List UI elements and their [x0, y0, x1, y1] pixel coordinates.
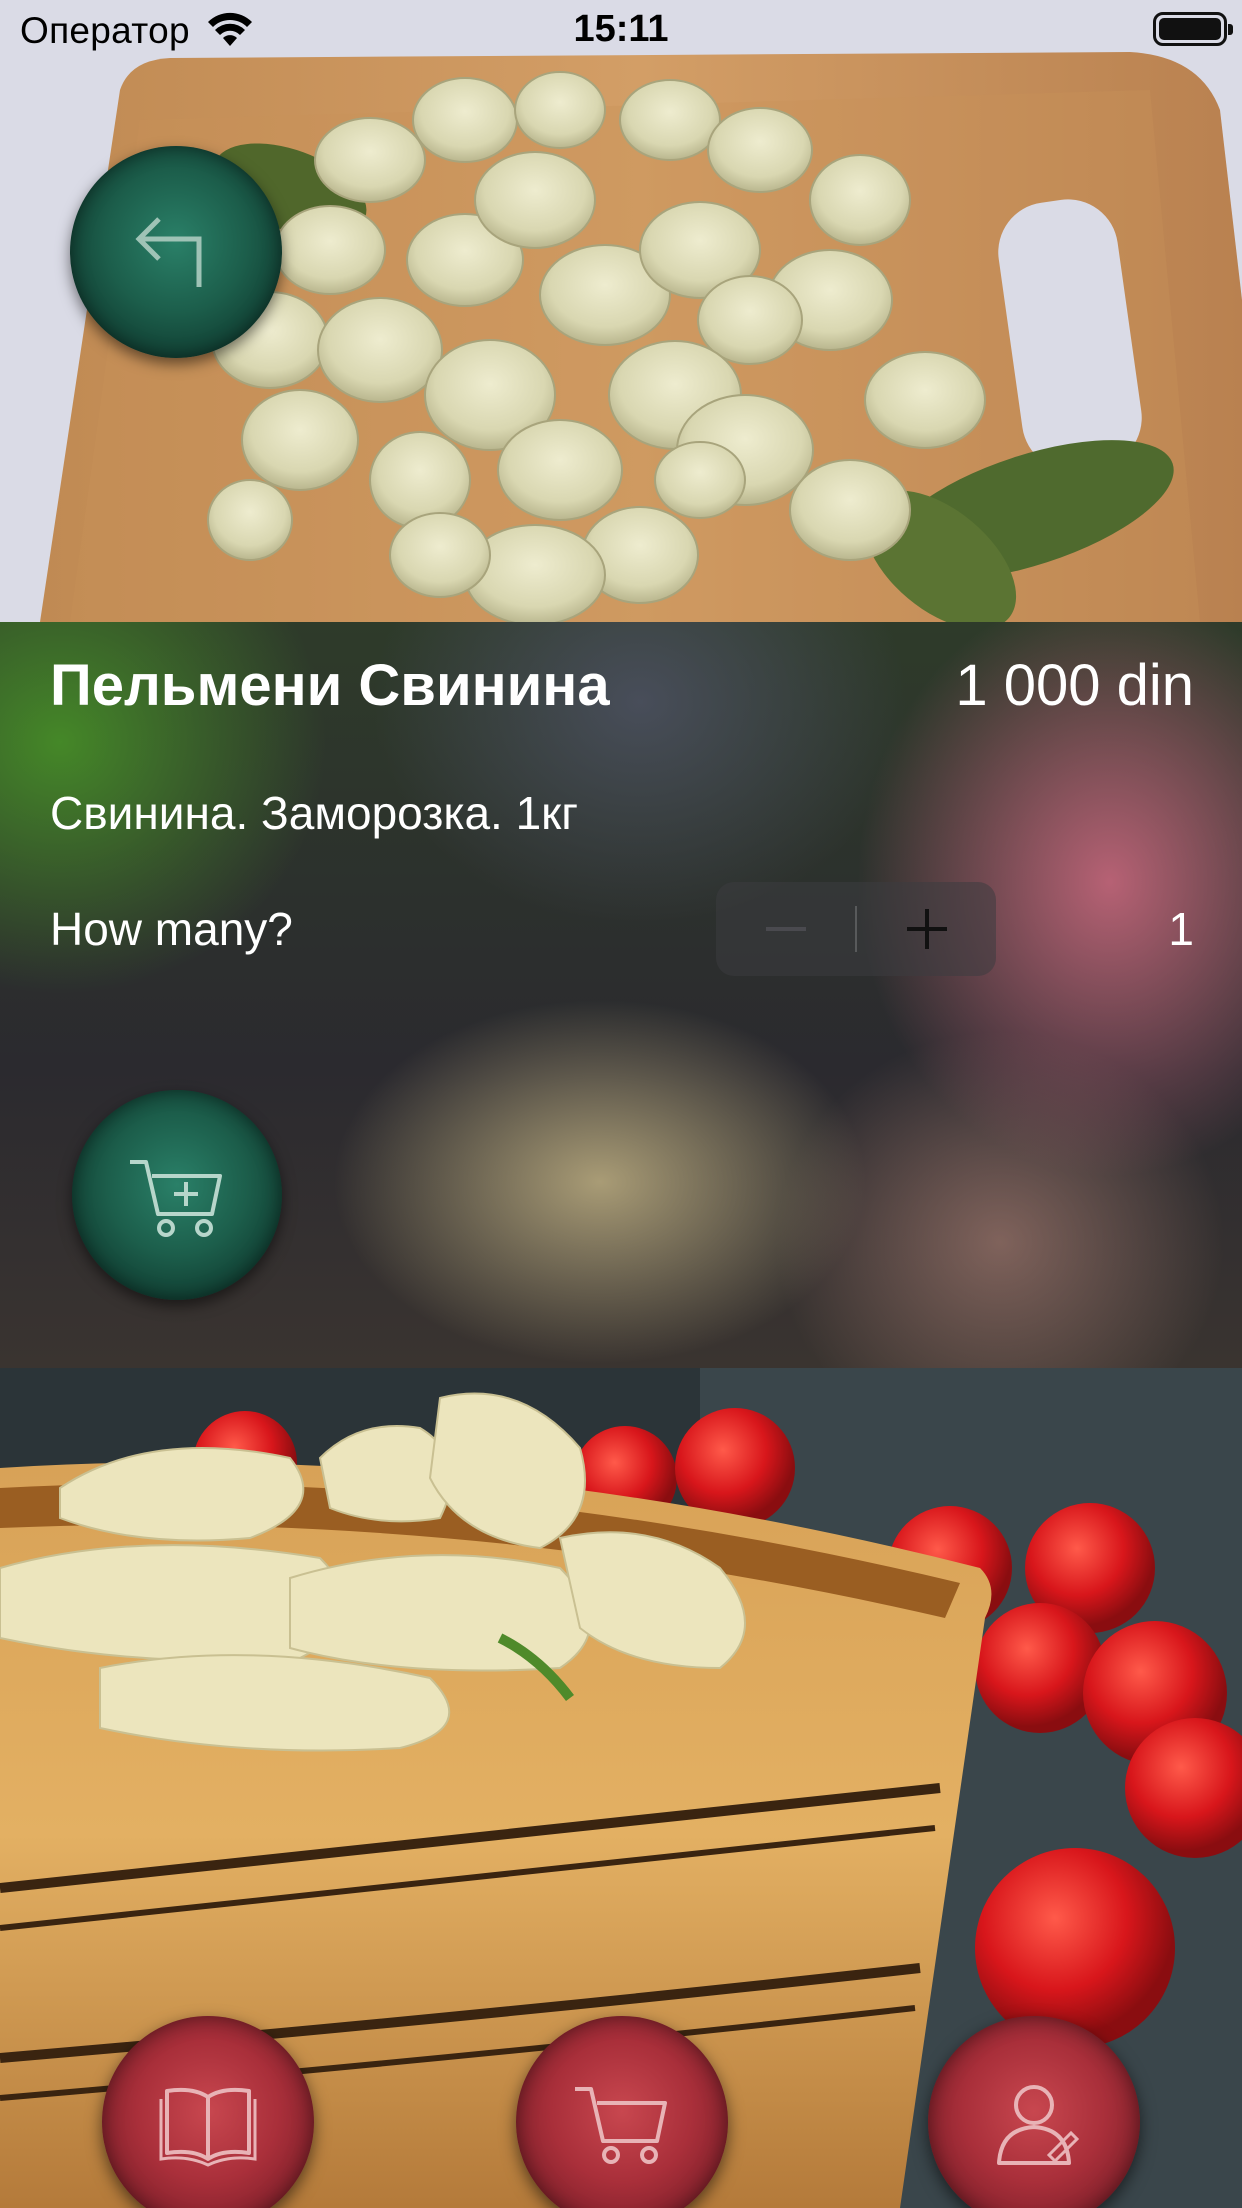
product-title: Пельмени Свинина — [50, 653, 610, 718]
increment-button[interactable] — [857, 882, 996, 976]
minus-icon — [765, 927, 806, 931]
product-price: 1 000 din — [955, 653, 1194, 718]
quantity-stepper[interactable] — [716, 882, 996, 976]
cart-plus-icon — [130, 1160, 222, 1237]
quantity-value: 1 — [1168, 903, 1194, 955]
product-description: Свинина. Заморозка. 1кг — [50, 787, 579, 839]
decrement-button[interactable] — [716, 882, 855, 976]
cart-icon — [575, 2087, 667, 2164]
plus-icon — [906, 909, 947, 949]
back-button[interactable] — [70, 146, 282, 358]
add-to-cart-button[interactable] — [72, 1090, 282, 1300]
status-clock: 15:11 — [573, 8, 669, 50]
user-icon — [997, 2085, 1080, 2165]
quantity-label: How many? — [50, 903, 293, 955]
book-icon — [159, 2087, 257, 2167]
battery-icon — [1153, 12, 1233, 46]
back-arrow-icon — [135, 217, 202, 287]
status-bar: Оператор 15:11 — [0, 0, 1242, 60]
